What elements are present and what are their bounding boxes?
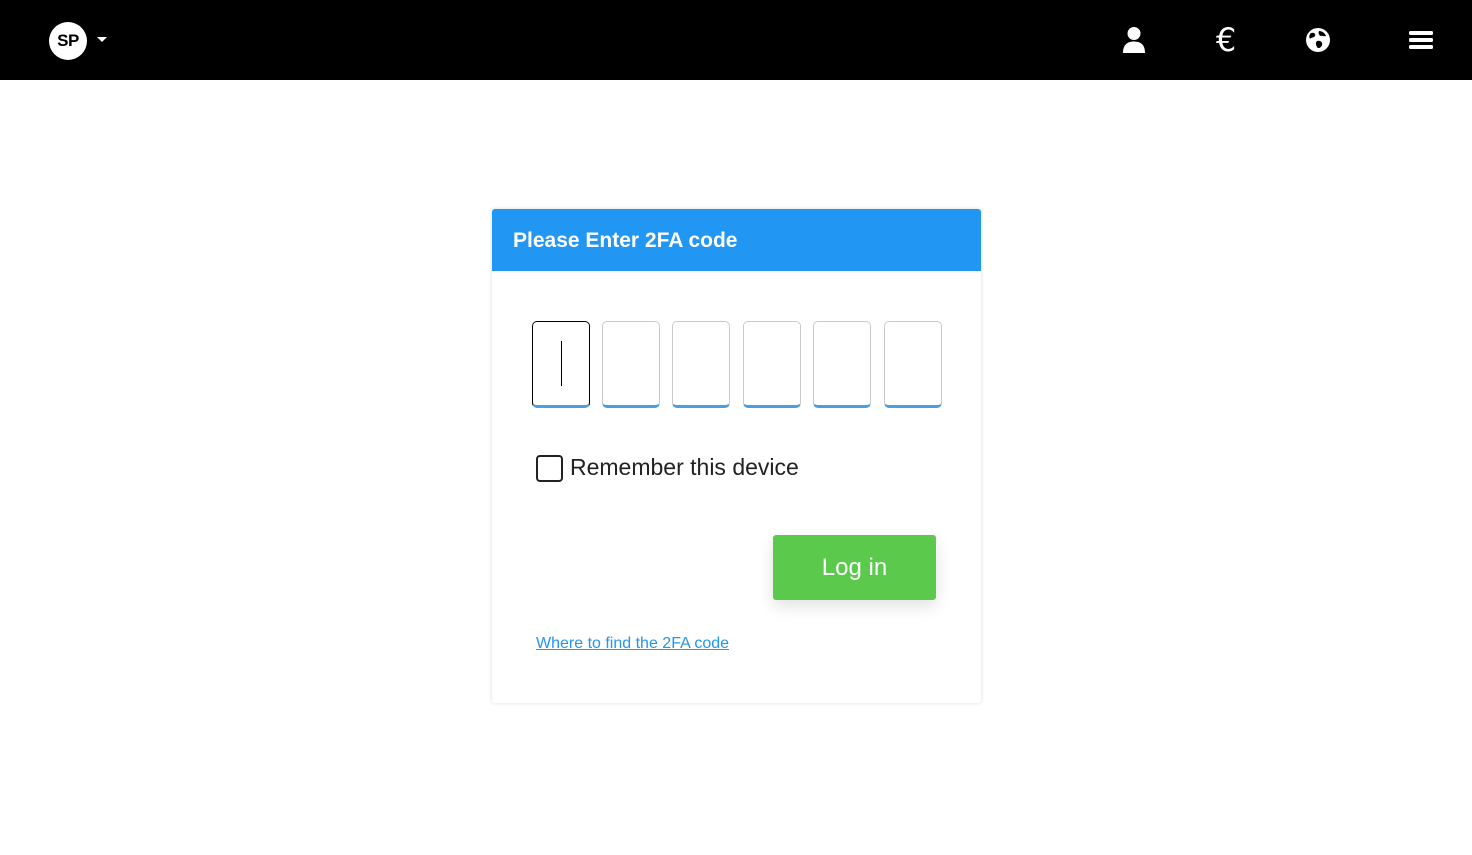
code-digit-2-input[interactable] [602,321,660,408]
card-header: Please Enter 2FA code [492,209,981,271]
top-navigation-bar: SP € [0,0,1472,80]
card-title: Please Enter 2FA code [513,229,738,252]
text-cursor [561,341,562,386]
globe-icon[interactable] [1300,22,1336,58]
code-digit-1-input[interactable] [532,321,590,408]
user-icon[interactable] [1116,22,1152,58]
code-digit-6-input[interactable] [884,321,942,408]
hamburger-menu-icon[interactable] [1403,22,1439,58]
code-digit-5-input[interactable] [813,321,871,408]
code-digit-3-input[interactable] [672,321,730,408]
login-button[interactable]: Log in [773,535,936,600]
euro-symbol: € [1215,21,1237,59]
euro-icon[interactable]: € [1208,22,1244,58]
find-2fa-code-link[interactable]: Where to find the 2FA code [536,635,729,653]
remember-device-checkbox[interactable] [536,455,563,482]
caret-down-icon[interactable] [97,37,107,42]
code-digit-4-input[interactable] [743,321,801,408]
remember-device-label[interactable]: Remember this device [570,454,799,481]
logo-button[interactable]: SP [49,22,87,60]
two-factor-card: Please Enter 2FA code Remember this devi… [492,209,981,703]
